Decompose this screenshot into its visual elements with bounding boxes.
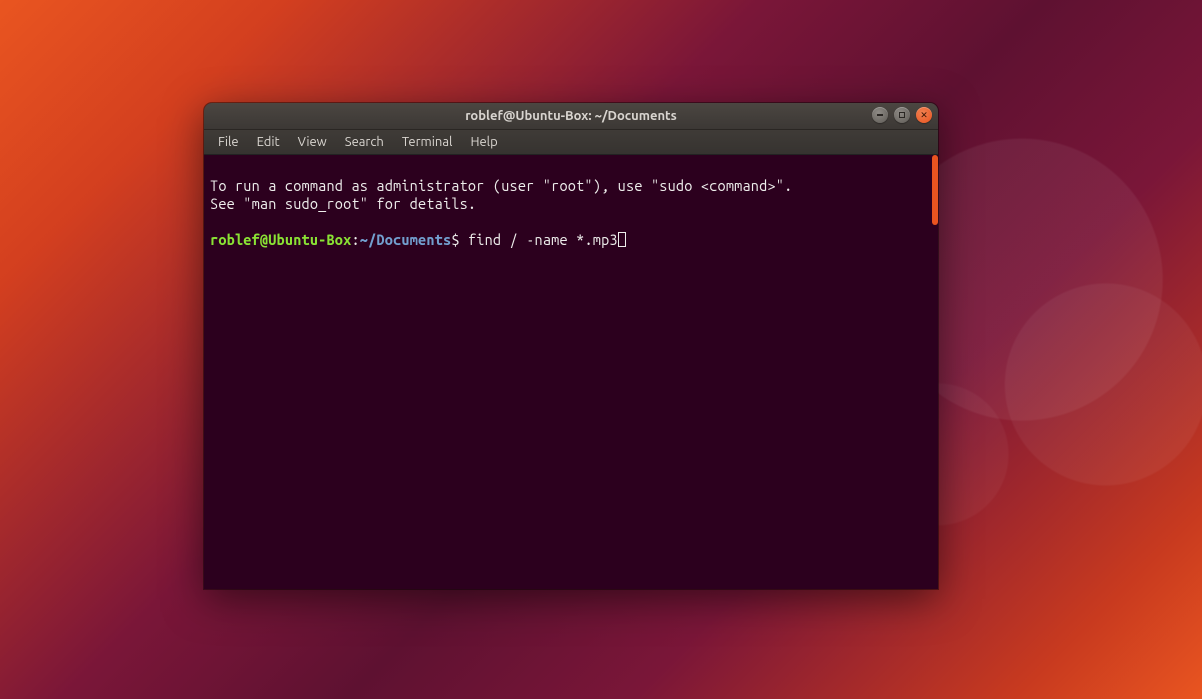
- prompt-separator: :: [351, 231, 359, 248]
- prompt-line: roblef@Ubuntu-Box:~/Documents$ find / -n…: [210, 231, 932, 249]
- close-icon[interactable]: [916, 107, 932, 123]
- menu-edit[interactable]: Edit: [249, 133, 288, 151]
- desktop-wallpaper: roblef@Ubuntu-Box: ~/Documents File Edit…: [0, 0, 1202, 699]
- motd-line: To run a command as administrator (user …: [210, 177, 932, 195]
- typed-command: find / -name *.mp3: [468, 231, 618, 248]
- prompt-user-host: roblef@Ubuntu-Box: [210, 231, 351, 248]
- menubar: File Edit View Search Terminal Help: [204, 130, 938, 155]
- menu-view[interactable]: View: [290, 133, 335, 151]
- terminal-window: roblef@Ubuntu-Box: ~/Documents File Edit…: [204, 103, 938, 589]
- motd-line: See "man sudo_root" for details.: [210, 195, 932, 213]
- window-controls: [872, 107, 932, 123]
- menu-file[interactable]: File: [210, 133, 247, 151]
- minimize-icon[interactable]: [872, 107, 888, 123]
- window-titlebar[interactable]: roblef@Ubuntu-Box: ~/Documents: [204, 103, 938, 130]
- menu-search[interactable]: Search: [337, 133, 392, 151]
- maximize-icon[interactable]: [894, 107, 910, 123]
- prompt-sigil: $: [451, 231, 459, 248]
- menu-help[interactable]: Help: [462, 133, 505, 151]
- window-title: roblef@Ubuntu-Box: ~/Documents: [465, 109, 677, 123]
- prompt-path: ~/Documents: [360, 231, 452, 248]
- text-cursor: [618, 232, 626, 247]
- terminal-output[interactable]: To run a command as administrator (user …: [204, 155, 938, 589]
- menu-terminal[interactable]: Terminal: [394, 133, 461, 151]
- scrollbar-thumb[interactable]: [932, 155, 938, 225]
